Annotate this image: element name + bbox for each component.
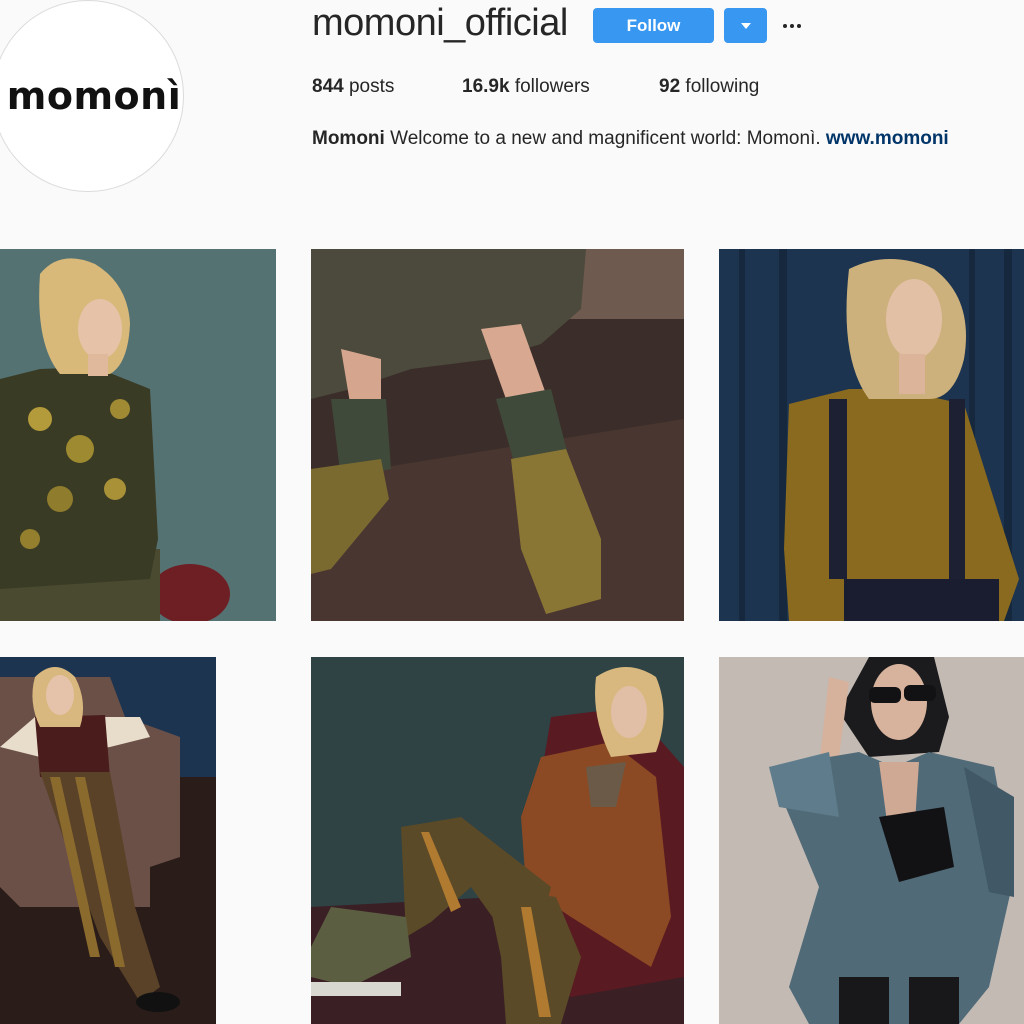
- post-image: [311, 657, 684, 1024]
- bio-text: Welcome to a new and magnificent world: …: [384, 128, 826, 149]
- followers-count: 16.9k: [462, 76, 510, 97]
- follow-button[interactable]: Follow: [593, 8, 714, 43]
- profile-avatar[interactable]: momonì: [0, 0, 184, 192]
- bio-name: Momoni: [312, 128, 385, 149]
- post-thumbnail[interactable]: [311, 657, 684, 1024]
- posts-stat: 844 posts: [312, 76, 462, 98]
- profile-bio: Momoni Welcome to a new and magnificent …: [312, 128, 949, 150]
- more-options-button[interactable]: [778, 8, 806, 43]
- post-thumbnail[interactable]: [0, 657, 216, 1024]
- following-stat[interactable]: 92 following: [659, 76, 759, 98]
- profile-username: momoni_official: [312, 2, 568, 44]
- suggestions-dropdown-button[interactable]: [724, 8, 767, 43]
- brand-logo: momonì: [6, 74, 182, 118]
- post-image: [311, 249, 684, 621]
- post-image: [719, 657, 1024, 1024]
- post-thumbnail[interactable]: [311, 249, 684, 621]
- post-thumbnail[interactable]: [0, 249, 276, 621]
- following-label: following: [680, 76, 760, 97]
- post-image: [0, 249, 276, 621]
- post-thumbnail[interactable]: [719, 657, 1024, 1024]
- profile-stats: 844 posts 16.9k followers 92 following: [312, 76, 759, 98]
- ellipsis-icon: [783, 23, 801, 28]
- post-thumbnail[interactable]: [719, 249, 1024, 621]
- bio-link[interactable]: www.momoni: [826, 128, 949, 149]
- following-count: 92: [659, 76, 681, 97]
- posts-count: 844: [312, 76, 344, 97]
- posts-label: posts: [343, 76, 395, 97]
- followers-stat[interactable]: 16.9k followers: [462, 76, 659, 98]
- post-image: [0, 657, 216, 1024]
- post-image: [719, 249, 1024, 621]
- followers-label: followers: [509, 76, 590, 97]
- caret-down-icon: [740, 22, 751, 29]
